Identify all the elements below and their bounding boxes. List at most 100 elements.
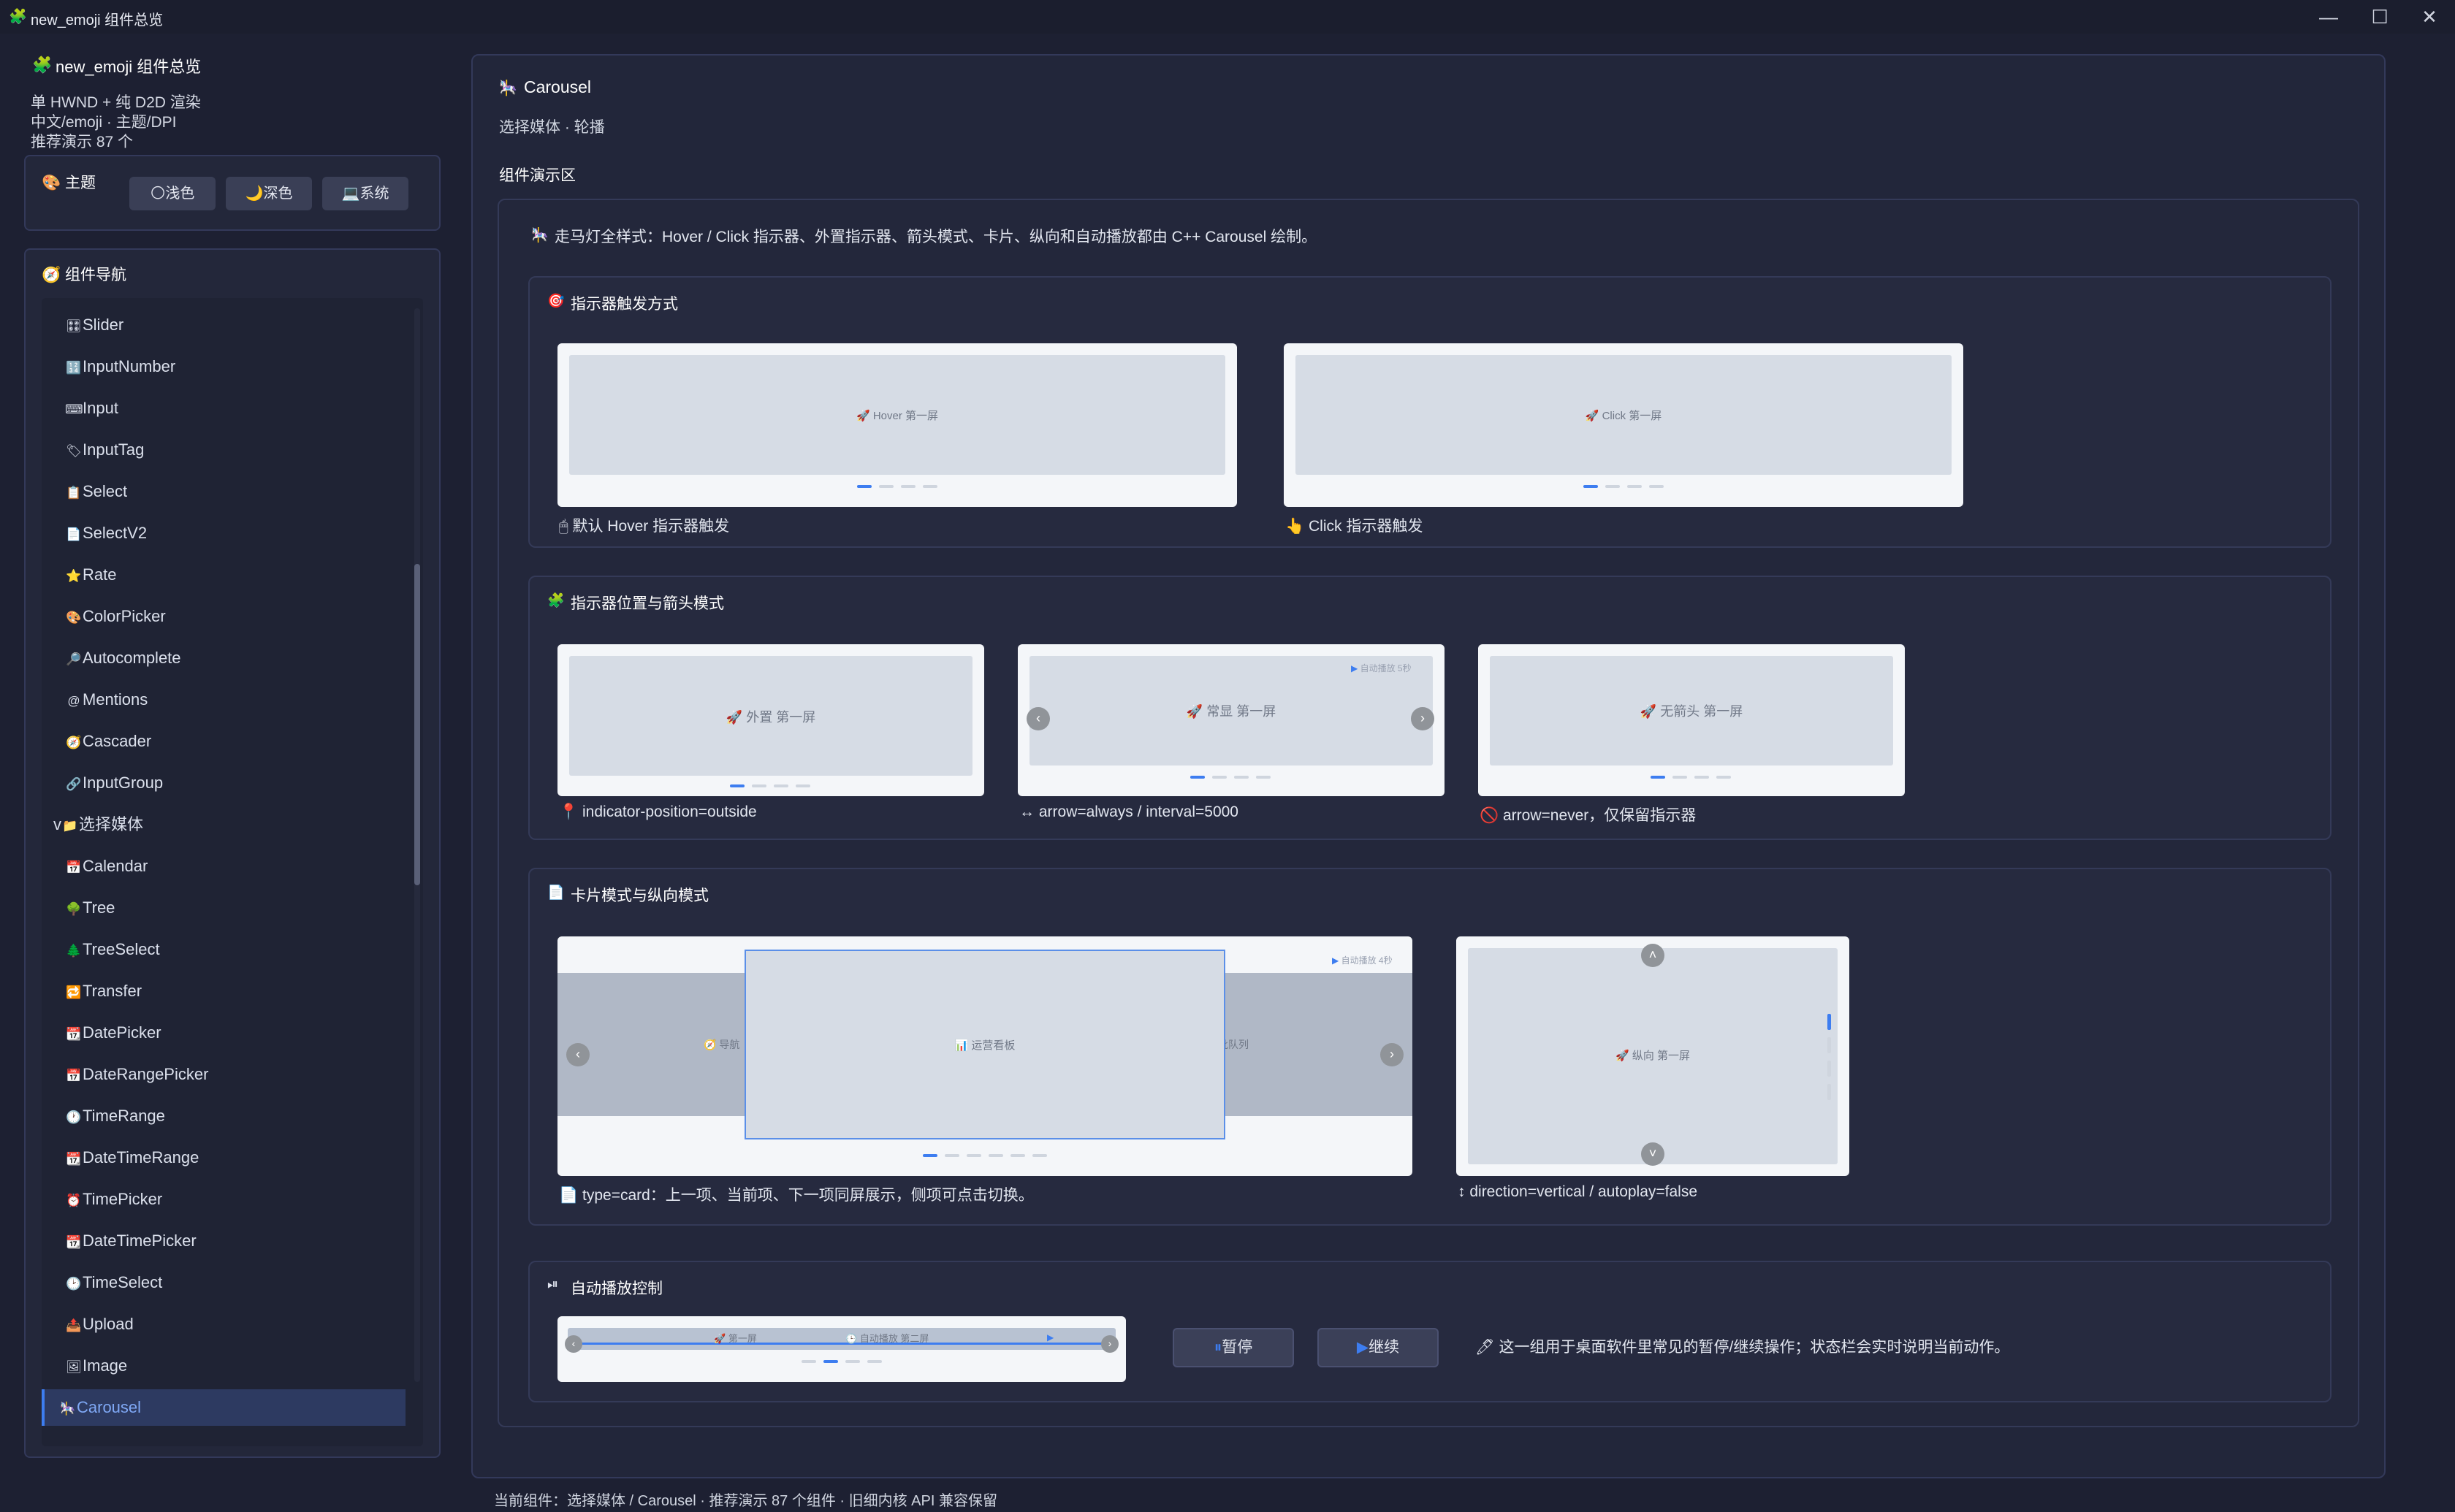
indicator-dot[interactable]	[1827, 1084, 1831, 1100]
up-arrow-button[interactable]: ˄	[1641, 944, 1664, 967]
indicator-dot[interactable]	[1694, 776, 1709, 779]
maximize-button[interactable]: ☐	[2354, 3, 2405, 31]
sidebar-item-daterangepicker[interactable]: 📅DateRangePicker	[42, 1056, 406, 1093]
indicator-dot[interactable]	[1583, 485, 1598, 488]
prev-arrow-button[interactable]: ‹	[565, 1335, 582, 1353]
indicator-dot[interactable]	[730, 784, 745, 787]
sidebar-item-inputnumber[interactable]: 🔢InputNumber	[42, 348, 406, 385]
indicator-dot[interactable]	[1190, 776, 1205, 779]
app-icon: 🧩	[9, 9, 27, 25]
sidebar-item-datetimepicker[interactable]: 📆DateTimePicker	[42, 1223, 406, 1259]
slide-label: 🚀 无箭头 第一屏	[1640, 704, 1743, 719]
vertical-carousel[interactable]: 🚀 纵向 第一屏 ˄ ˅	[1456, 936, 1849, 1176]
sidebar-item-input[interactable]: ⌨Input	[42, 390, 406, 427]
sidebar-item-tree[interactable]: 🌳Tree	[42, 890, 406, 926]
nav-scrollbar[interactable]	[414, 308, 420, 1382]
resume-button[interactable]: ▶继续	[1317, 1328, 1439, 1367]
expand-chevron-icon[interactable]: v	[53, 815, 61, 833]
always-arrow-carousel[interactable]: 🚀 常显 第一屏 ▶ 自动播放 5秒 ‹ ›	[1018, 644, 1445, 796]
indicator-dot[interactable]	[1256, 776, 1271, 779]
indicator-dot[interactable]	[901, 485, 916, 488]
demo-caption: ↔ arrow=always / interval=5000	[1019, 803, 1238, 820]
indicator-dot[interactable]	[752, 784, 766, 787]
theme-system-button[interactable]: 💻系统	[322, 177, 408, 210]
theme-light-button[interactable]: 🌕浅色	[129, 177, 216, 210]
outside-indicator-carousel[interactable]: 🚀 外置 第一屏	[557, 644, 984, 796]
indicator-dot[interactable]	[1651, 776, 1665, 779]
indicator-dot[interactable]	[1827, 1014, 1831, 1030]
indicator-dot[interactable]	[879, 485, 894, 488]
play-icon: ▶	[1332, 955, 1339, 966]
indicator-dot[interactable]	[774, 784, 788, 787]
card-side-prev[interactable]: 🧭 导航	[557, 973, 762, 1116]
sidebar-item-carousel[interactable]: 🎠Carousel	[42, 1389, 406, 1426]
sidebar-item-timeselect[interactable]: 🕑TimeSelect	[42, 1264, 406, 1301]
indicator-dot[interactable]	[923, 1154, 937, 1157]
indicator-dot[interactable]	[945, 1154, 959, 1157]
prev-arrow-button[interactable]: ‹	[1027, 707, 1050, 730]
indicator-dot[interactable]	[796, 784, 810, 787]
sidebar-item-treeselect[interactable]: 🌲TreeSelect	[42, 931, 406, 968]
autoplay-carousel[interactable]: 🚀 第一屏 🕒 自动播放 第二屏 ▶ ‹ ›	[557, 1316, 1126, 1382]
sidebar-item-selectv2[interactable]: 📄SelectV2	[42, 515, 406, 551]
sidebar-item-timerange[interactable]: 🕐TimeRange	[42, 1098, 406, 1134]
indicator-dot[interactable]	[1212, 776, 1227, 779]
indicator-dot[interactable]	[967, 1154, 981, 1157]
indicator-dot[interactable]	[1672, 776, 1687, 779]
sidebar-app-title: new_emoji 组件总览	[56, 58, 202, 76]
card-side-next[interactable]: 审批队列	[1208, 973, 1412, 1116]
sidebar-item-mentions[interactable]: @ Mentions	[42, 681, 406, 718]
sidebar-item-inputgroup[interactable]: 🔗InputGroup	[42, 765, 406, 801]
indicator-dot[interactable]	[923, 485, 937, 488]
indicator-dot[interactable]	[1827, 1037, 1831, 1053]
next-arrow-button[interactable]: ›	[1101, 1335, 1119, 1353]
indicator-dot[interactable]	[1032, 1154, 1047, 1157]
no-arrow-carousel[interactable]: 🚀 无箭头 第一屏	[1478, 644, 1905, 796]
pause-button[interactable]: ⏸暂停	[1173, 1328, 1294, 1367]
sidebar-item-autocomplete[interactable]: 🔎Autocomplete	[42, 640, 406, 676]
mouse-icon: 🖱	[559, 518, 568, 535]
sidebar-item-slider[interactable]: 🎛Slider	[42, 307, 406, 343]
indicator-dot[interactable]	[845, 1360, 860, 1363]
nav-scrollbar-thumb[interactable]	[414, 564, 420, 885]
sidebar-item-upload[interactable]: 📤Upload	[42, 1306, 406, 1343]
sidebar-item-inputtag[interactable]: 🏷InputTag	[42, 432, 406, 468]
indicator-dot[interactable]	[1649, 485, 1664, 488]
sidebar-item-datepicker[interactable]: 📆DatePicker	[42, 1015, 406, 1051]
prev-arrow-button[interactable]: ‹	[566, 1043, 590, 1066]
indicator-dot[interactable]	[1605, 485, 1620, 488]
sidebar-item-transfer[interactable]: 🔁Transfer	[42, 973, 406, 1009]
click-carousel[interactable]: 🚀 Click 第一屏	[1284, 343, 1963, 507]
close-button[interactable]: ✕	[2404, 3, 2455, 31]
sidebar-item-rate[interactable]: ⭐Rate	[42, 557, 406, 593]
sidebar-item-calendar[interactable]: 📅Calendar	[42, 848, 406, 885]
indicator-dot[interactable]	[1627, 485, 1642, 488]
indicator-dot[interactable]	[802, 1360, 816, 1363]
sidebar-item-cascader[interactable]: 🧭Cascader	[42, 723, 406, 760]
slide-label: 🚀 常显 第一屏	[1186, 704, 1276, 719]
sidebar-item--[interactable]: v📁选择媒体	[42, 806, 406, 843]
indicator-dot[interactable]	[1827, 1061, 1831, 1077]
sidebar-item-datetimerange[interactable]: 📆DateTimeRange	[42, 1139, 406, 1176]
sidebar-item-colorpicker[interactable]: 🎨ColorPicker	[42, 598, 406, 635]
sidebar-item-select[interactable]: 📋Select	[42, 473, 406, 510]
down-arrow-button[interactable]: ˅	[1641, 1142, 1664, 1166]
indicator-dot[interactable]	[857, 485, 872, 488]
hover-carousel[interactable]: 🚀 Hover 第一屏	[557, 343, 1237, 507]
next-arrow-button[interactable]: ›	[1411, 707, 1434, 730]
indicator-dot[interactable]	[1234, 776, 1249, 779]
indicator-dot[interactable]	[989, 1154, 1003, 1157]
indicator-dot[interactable]	[867, 1360, 882, 1363]
sidebar-item-label: TimeSelect	[83, 1273, 163, 1291]
sidebar-item-timepicker[interactable]: ⏰TimePicker	[42, 1181, 406, 1218]
card-current[interactable]: 📊 运营看板	[745, 950, 1225, 1139]
indicator-dot[interactable]	[1010, 1154, 1025, 1157]
indicator-dot[interactable]	[1716, 776, 1731, 779]
nav-list[interactable]: 🎛Slider 🔢InputNumber ⌨Input 🏷InputTag 📋Selec…	[42, 298, 423, 1446]
theme-dark-button[interactable]: 🌙深色	[226, 177, 312, 210]
indicator-dot[interactable]	[823, 1360, 838, 1363]
next-arrow-button[interactable]: ›	[1380, 1043, 1404, 1066]
sidebar-item-image[interactable]: 🖼Image	[42, 1348, 406, 1384]
minimize-button[interactable]: —	[2303, 3, 2354, 31]
card-carousel[interactable]: 🧭 导航 审批队列 📊 运营看板 ▶ 自动播放 4秒 ‹ ›	[557, 936, 1412, 1176]
